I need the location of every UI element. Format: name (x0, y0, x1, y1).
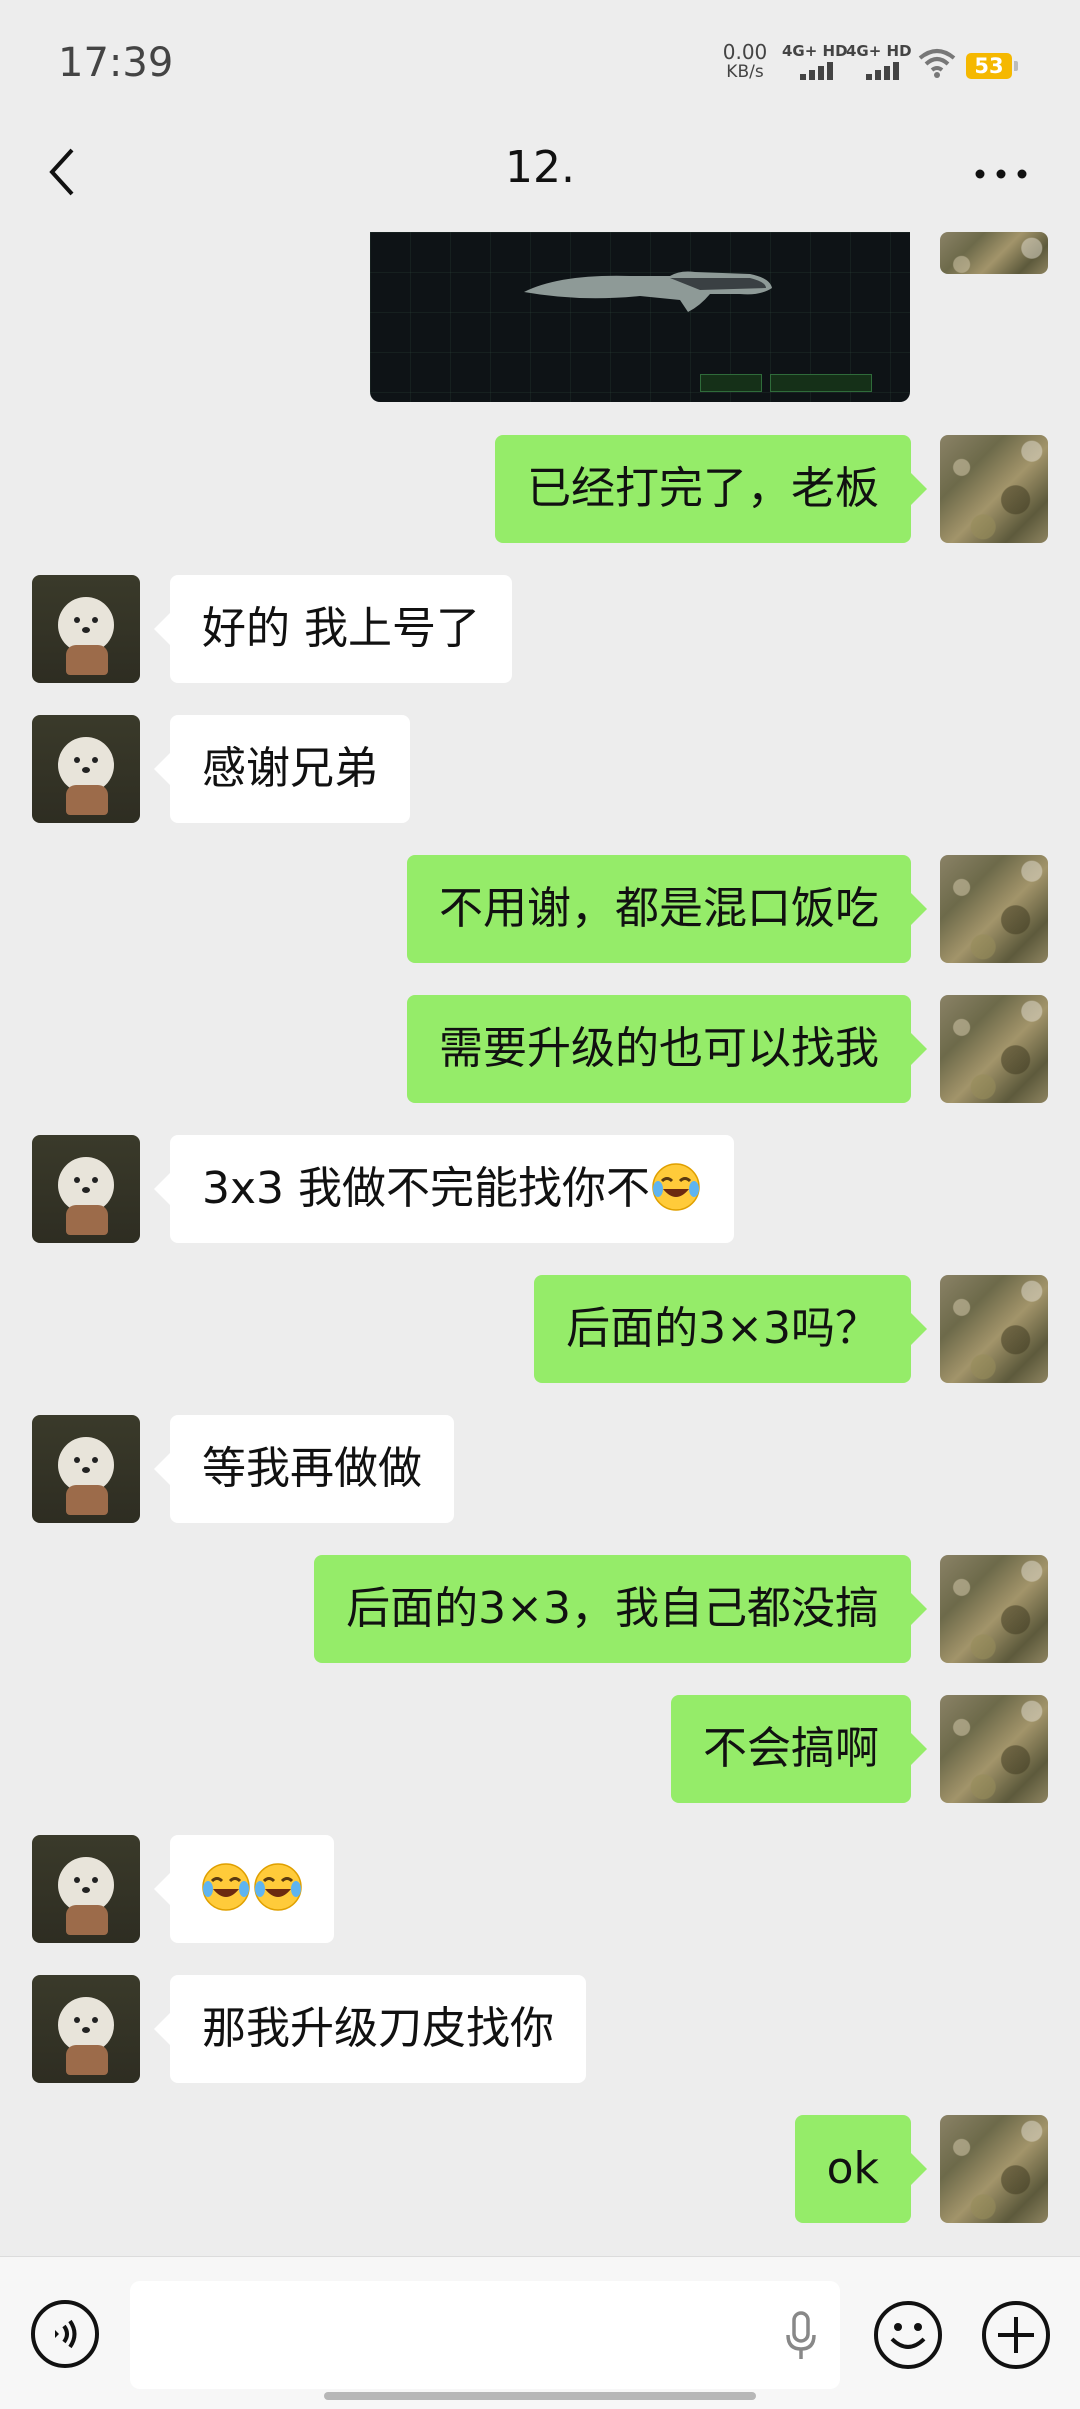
contact-avatar[interactable] (32, 575, 140, 683)
my-avatar[interactable] (940, 855, 1048, 963)
image-message[interactable] (370, 232, 910, 402)
signal-icon (866, 62, 899, 80)
network-speed-value: 0.00 (722, 40, 768, 64)
my-avatar[interactable] (940, 435, 1048, 543)
status-time: 17:39 (58, 40, 174, 86)
ellipsis-icon[interactable] (966, 148, 1036, 198)
image-button-1 (700, 374, 762, 392)
message-bubble-theirs[interactable] (154, 1835, 334, 1943)
message-bubble-mine[interactable]: 不用谢，都是混口饭吃 (407, 855, 927, 963)
chat-header: 12. (0, 120, 1080, 232)
my-avatar[interactable] (940, 2115, 1048, 2223)
face-with-tears-of-joy-icon (652, 1163, 700, 1211)
message-bubble-mine[interactable]: 需要升级的也可以找我 (407, 995, 927, 1103)
message-input[interactable] (130, 2281, 840, 2389)
message-bubble-theirs[interactable]: 那我升级刀皮找你 (154, 1975, 586, 2083)
image-button-2 (770, 374, 872, 392)
message-bubble-theirs[interactable]: 3x3 我做不完能找你不 (153, 1135, 735, 1243)
contact-avatar[interactable] (32, 715, 140, 823)
knife-image (524, 271, 772, 312)
message-bubble-theirs[interactable]: 等我再做做 (154, 1415, 454, 1523)
message-text: 3x3 我做不完能找你不 (202, 1163, 651, 1214)
message-bubble-mine[interactable]: 后面的3×3，我自己都没搞 (314, 1555, 927, 1663)
sim1-label: 4G+ HD (782, 42, 848, 60)
status-bar: 17:39 0.00 KB/s 4G+ HD 4G+ HD 53 (0, 0, 1080, 120)
my-avatar[interactable] (940, 1695, 1048, 1803)
sim2-label: 4G+ HD (846, 42, 912, 60)
my-avatar[interactable] (940, 1275, 1048, 1383)
network-speed: 0.00 KB/s (720, 42, 770, 82)
contact-avatar[interactable] (32, 1975, 140, 2083)
face-with-tears-of-joy-icon (254, 1863, 302, 1911)
message-bubble-theirs[interactable]: 好的 我上号了 (154, 575, 512, 683)
message-bubble-mine[interactable]: 已经打完了，老板 (495, 435, 927, 543)
message-list[interactable]: 已经打完了，老板 好的 我上号了 感谢兄弟 不用谢，都是混口饭吃 需要升级的也可… (0, 232, 1080, 2256)
input-bar (0, 2256, 1080, 2409)
message-bubble-theirs[interactable]: 感谢兄弟 (154, 715, 410, 823)
message-bubble-mine[interactable]: 后面的3×3吗？ (534, 1275, 927, 1383)
wifi-icon (918, 49, 956, 78)
voice-mode-icon[interactable] (30, 2299, 100, 2369)
smiley-icon[interactable] (872, 2299, 944, 2371)
my-avatar[interactable] (940, 1555, 1048, 1663)
message-bubble-mine[interactable]: 不会搞啊 (671, 1695, 927, 1803)
home-indicator[interactable] (324, 2392, 756, 2400)
network-speed-unit: KB/s (726, 62, 764, 82)
plus-icon[interactable] (980, 2299, 1052, 2371)
chat-title: 12. (505, 142, 575, 193)
signal-icon (800, 62, 833, 80)
my-avatar[interactable] (940, 995, 1048, 1103)
microphone-icon[interactable] (784, 2311, 818, 2361)
battery-icon: 53 (966, 53, 1018, 79)
contact-avatar[interactable] (32, 1415, 140, 1523)
contact-avatar[interactable] (32, 1835, 140, 1943)
message-bubble-mine[interactable]: ok (794, 2115, 928, 2223)
face-with-tears-of-joy-icon (202, 1863, 250, 1911)
my-avatar[interactable] (940, 232, 1048, 274)
contact-avatar[interactable] (32, 1135, 140, 1243)
